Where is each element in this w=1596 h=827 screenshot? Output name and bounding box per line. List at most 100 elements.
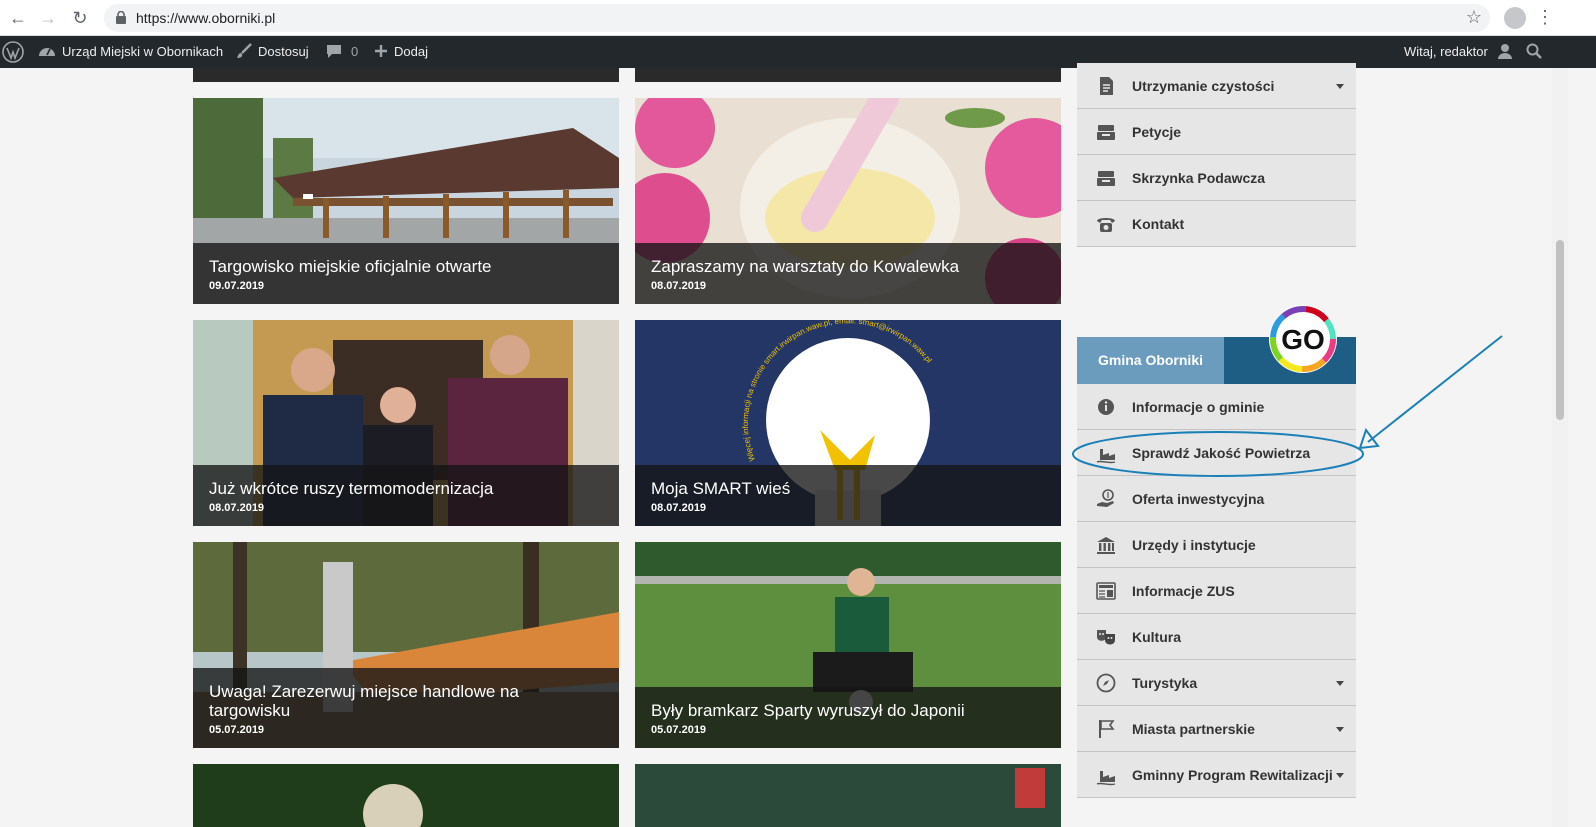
post-date: 09.07.2019 bbox=[209, 280, 265, 292]
sidebar-item-label: Turystyka bbox=[1132, 675, 1198, 691]
post-card[interactable]: Były bramkarz Sparty wyruszył do Japonii… bbox=[635, 542, 1061, 748]
right-gutter bbox=[1568, 68, 1596, 827]
sidebar-item-label: Petycje bbox=[1132, 124, 1182, 140]
post-date: 08.07.2019 bbox=[651, 502, 707, 514]
post-title[interactable]: Już wkrótce ruszy termomodernizacja bbox=[209, 479, 603, 498]
scrollbar-thumb[interactable] bbox=[1556, 240, 1564, 420]
page-scrollbar[interactable] bbox=[1552, 68, 1568, 827]
comment-bubble-icon bbox=[327, 44, 341, 58]
sidebar-item-label: Utrzymanie czystości bbox=[1132, 78, 1275, 94]
sidebar-item-informacje-zus[interactable]: Informacje ZUS bbox=[1077, 568, 1356, 614]
sidebar-item-informacje-o-gminie[interactable]: Informacje o gminie bbox=[1077, 384, 1356, 430]
compass-icon bbox=[1095, 672, 1117, 694]
gmina-tab[interactable]: Gmina Oborniki bbox=[1077, 337, 1224, 384]
factory-icon bbox=[1095, 764, 1117, 786]
add-new-link[interactable]: Dodaj bbox=[374, 36, 428, 68]
customize-label: Dostosuj bbox=[258, 44, 309, 59]
post-date: 08.07.2019 bbox=[209, 502, 265, 514]
document-icon bbox=[1095, 75, 1117, 97]
back-button[interactable]: ← bbox=[8, 8, 28, 28]
paintbrush-icon bbox=[237, 43, 252, 59]
reload-button[interactable]: ↻ bbox=[70, 8, 90, 28]
chevron-down-icon[interactable] bbox=[1336, 84, 1344, 89]
forward-button[interactable]: → bbox=[38, 8, 58, 28]
sidebar-item-kultura[interactable]: Kultura bbox=[1077, 614, 1356, 660]
post-date: 08.07.2019 bbox=[651, 280, 707, 292]
sidebar-item-sprawdz-jakosc-powietrza[interactable]: Sprawdź Jakość Powietrza bbox=[1077, 430, 1356, 476]
info-icon bbox=[1095, 396, 1117, 418]
post-date: 05.07.2019 bbox=[209, 724, 265, 736]
inbox-icon bbox=[1095, 121, 1117, 143]
post-caption: Zapraszamy na warsztaty do Kowalewka 08.… bbox=[635, 243, 1061, 304]
bank-icon bbox=[1095, 534, 1117, 556]
sidebar-menu-gmina: Informacje o gminie Sprawdź Jakość Powiet… bbox=[1077, 384, 1356, 798]
post-card[interactable]: Już wkrótce ruszy termomodernizacja 08.0… bbox=[193, 320, 619, 526]
post-card-partial[interactable] bbox=[193, 764, 619, 827]
address-bar[interactable]: https://www.oborniki.pl ☆ bbox=[104, 4, 1490, 32]
post-card-partial[interactable] bbox=[193, 68, 619, 82]
post-caption: Już wkrótce ruszy termomodernizacja 08.0… bbox=[193, 465, 619, 526]
post-title[interactable]: Moja SMART wieś bbox=[651, 479, 1045, 498]
forward-arrow-icon: → bbox=[39, 8, 57, 28]
post-card-partial[interactable] bbox=[635, 764, 1061, 827]
inbox-icon bbox=[1095, 167, 1117, 189]
browser-menu-icon[interactable]: ⋮ bbox=[1536, 6, 1554, 28]
browser-toolbar: ← → ↻ https://www.oborniki.pl ☆ ⋮ bbox=[0, 0, 1596, 36]
admin-search-button[interactable] bbox=[1526, 36, 1542, 68]
sidebar-item-label: Kultura bbox=[1132, 629, 1181, 645]
chevron-down-icon[interactable] bbox=[1336, 681, 1344, 686]
sidebar-item-miasta-partnerskie[interactable]: Miasta partnerskie bbox=[1077, 706, 1356, 752]
customize-link[interactable]: Dostosuj bbox=[236, 36, 309, 68]
post-card[interactable]: Uwaga! Zarezerwuj miejsce handlowe na ta… bbox=[193, 542, 619, 748]
sidebar-item-turystyka[interactable]: Turystyka bbox=[1077, 660, 1356, 706]
post-caption: Uwaga! Zarezerwuj miejsce handlowe na ta… bbox=[193, 668, 619, 748]
sidebar-item-label: Kontakt bbox=[1132, 216, 1185, 232]
post-caption: Były bramkarz Sparty wyruszył do Japonii… bbox=[635, 687, 1061, 748]
photo-detail bbox=[1015, 768, 1045, 808]
bookmark-star-icon[interactable]: ☆ bbox=[1466, 7, 1482, 28]
post-title[interactable]: Zapraszamy na warsztaty do Kowalewka bbox=[651, 257, 1045, 276]
site-name-link[interactable]: Urząd Miejski w Obornikach bbox=[38, 36, 223, 68]
go-badge-text: GO bbox=[1281, 324, 1325, 355]
sidebar-item-label: Gminny Program Rewitalizacji bbox=[1132, 767, 1333, 783]
post-card[interactable]: Zapraszamy na warsztaty do Kowalewka 08.… bbox=[635, 98, 1061, 304]
sidebar-item-petycje[interactable]: Petycje bbox=[1077, 109, 1356, 155]
sidebar-item-oferta-inwestycyjna[interactable]: Oferta inwestycyjna bbox=[1077, 476, 1356, 522]
sidebar-item-gminny-program-rewitalizacji[interactable]: Gminny Program Rewitalizacji bbox=[1077, 752, 1356, 798]
sidebar-item-kontakt[interactable]: Kontakt bbox=[1077, 201, 1356, 247]
post-caption: Targowisko miejskie oficjalnie otwarte 0… bbox=[193, 243, 619, 304]
greeting-label: Witaj, redaktor bbox=[1404, 44, 1488, 59]
factory-icon bbox=[1095, 442, 1117, 464]
sidebar-menu-top: Utrzymanie czystości Petycje Skrzynka Poda… bbox=[1077, 63, 1356, 247]
sidebar-item-label: Urzędy i instytucje bbox=[1132, 537, 1256, 553]
comments-link[interactable]: 0 bbox=[326, 36, 358, 68]
post-card-partial[interactable] bbox=[635, 68, 1061, 82]
account-menu[interactable]: Witaj, redaktor bbox=[1404, 36, 1519, 68]
post-card[interactable]: Targowisko miejskie oficjalnie otwarte 0… bbox=[193, 98, 619, 304]
site-name-label: Urząd Miejski w Obornikach bbox=[62, 44, 224, 59]
reload-icon: ↻ bbox=[72, 8, 88, 28]
sidebar-item-label: Informacje ZUS bbox=[1132, 583, 1235, 599]
chevron-down-icon[interactable] bbox=[1336, 773, 1344, 778]
sidebar-item-label: Skrzynka Podawcza bbox=[1132, 170, 1266, 186]
user-avatar-icon bbox=[1498, 44, 1513, 60]
wp-admin-bar: Urząd Miejski w Obornikach Dostosuj 0 Do… bbox=[0, 36, 1596, 68]
sidebar-item-utrzymanie-czystosci[interactable]: Utrzymanie czystości bbox=[1077, 63, 1356, 109]
phone-icon bbox=[1095, 213, 1117, 235]
comments-count: 0 bbox=[351, 44, 359, 59]
post-title[interactable]: Targowisko miejskie oficjalnie otwarte bbox=[209, 257, 603, 276]
post-card[interactable]: Więcej informacji na stronie smart.irwir… bbox=[635, 320, 1061, 526]
sidebar-item-urzedy-i-instytucje[interactable]: Urzędy i instytucje bbox=[1077, 522, 1356, 568]
sidebar-item-skrzynka-podawcza[interactable]: Skrzynka Podawcza bbox=[1077, 155, 1356, 201]
profile-avatar-icon[interactable] bbox=[1504, 7, 1526, 29]
post-title[interactable]: Były bramkarz Sparty wyruszył do Japonii bbox=[651, 701, 1045, 720]
wordpress-logo-button[interactable] bbox=[2, 36, 26, 68]
post-title[interactable]: Uwaga! Zarezerwuj miejsce handlowe na ta… bbox=[209, 682, 603, 720]
post-date: 05.07.2019 bbox=[651, 724, 707, 736]
photo-detail bbox=[363, 784, 423, 827]
sidebar-item-label: Sprawdź Jakość Powietrza bbox=[1132, 445, 1311, 461]
wordpress-logo-icon bbox=[2, 40, 24, 63]
chevron-down-icon[interactable] bbox=[1336, 727, 1344, 732]
go-logo-badge[interactable]: GO bbox=[1268, 304, 1338, 374]
news-icon bbox=[1095, 580, 1117, 602]
